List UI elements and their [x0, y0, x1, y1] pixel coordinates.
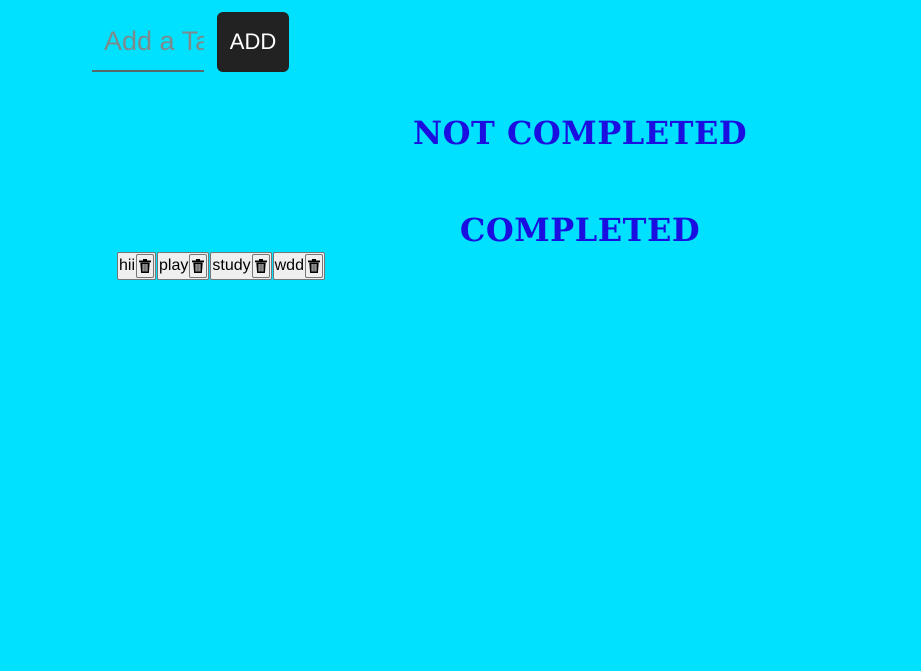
task-label: study	[212, 257, 251, 274]
task-label: wdd	[274, 257, 304, 274]
task-item-hii[interactable]: hii	[117, 252, 157, 280]
delete-task-button[interactable]	[189, 254, 208, 278]
completed-heading: COMPLETED	[459, 211, 701, 249]
task-input-wrapper	[92, 12, 204, 72]
delete-task-button[interactable]	[251, 254, 270, 278]
trash-icon	[192, 259, 205, 273]
not-completed-heading: NOT COMPLETED	[412, 114, 748, 152]
delete-task-button[interactable]	[136, 254, 155, 278]
task-item-wdd[interactable]: wdd	[272, 252, 325, 280]
task-label: play	[159, 257, 189, 274]
add-button[interactable]: ADD	[217, 12, 289, 72]
delete-task-button[interactable]	[304, 254, 323, 278]
trash-icon	[139, 259, 152, 273]
trash-icon	[307, 259, 320, 273]
task-input[interactable]	[92, 12, 204, 70]
task-item-play[interactable]: play	[157, 252, 210, 280]
trash-icon	[254, 259, 267, 273]
task-item-study[interactable]: study	[210, 252, 272, 280]
task-list: hii play study wdd	[117, 252, 325, 280]
task-label: hii	[119, 257, 136, 274]
